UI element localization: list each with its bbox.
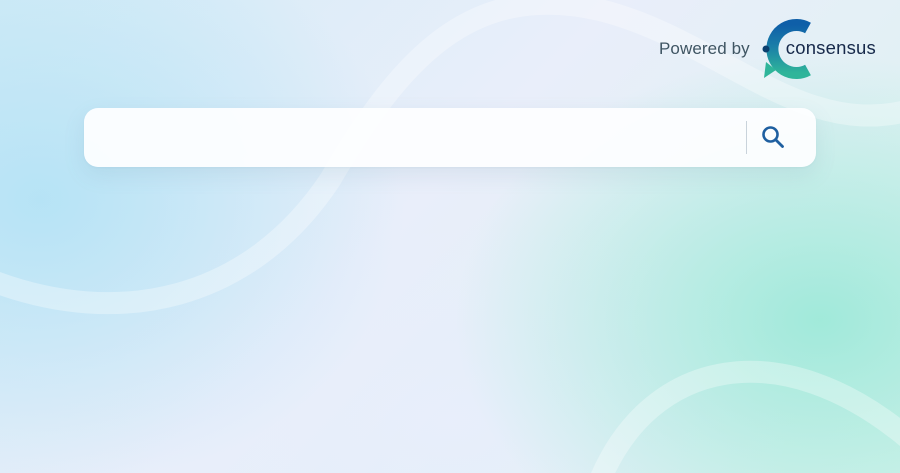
brand-name: consensus bbox=[785, 37, 876, 58]
powered-by-badge: Powered by consensus bbox=[659, 18, 876, 80]
search-button[interactable] bbox=[756, 120, 790, 154]
search-bar bbox=[84, 108, 816, 167]
powered-by-label: Powered by bbox=[658, 39, 750, 58]
search-icon bbox=[762, 126, 784, 148]
consensus-brand-link[interactable]: consensus bbox=[762, 18, 876, 80]
search-divider bbox=[746, 121, 747, 154]
search-input[interactable] bbox=[106, 122, 740, 155]
